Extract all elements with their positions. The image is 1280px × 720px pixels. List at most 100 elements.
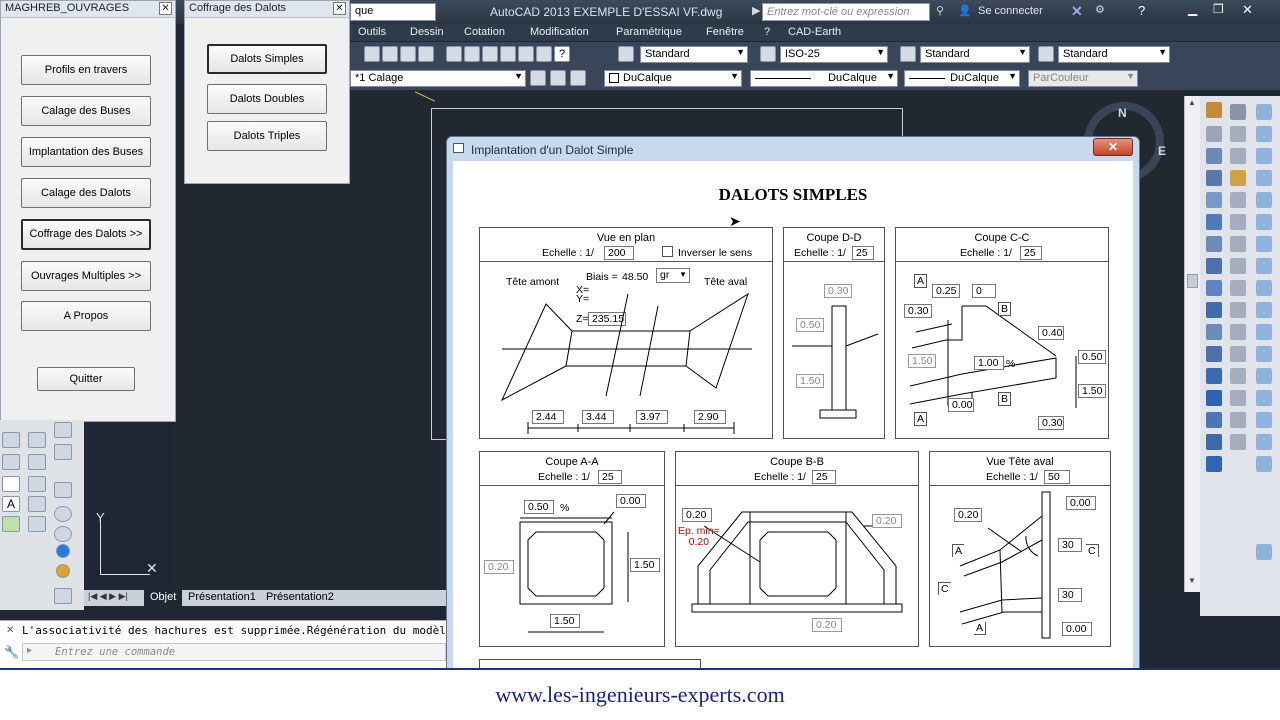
canvas-vertical-scrollbar[interactable]: ▲ ▼ (1184, 96, 1200, 592)
color-combo[interactable]: DuCalque ▼ (604, 70, 742, 87)
scroll-up-icon[interactable]: ▲ (1188, 98, 1196, 107)
chevron-right-icon[interactable]: ▶ (752, 4, 760, 17)
table-style-combo[interactable]: Standard ▼ (920, 46, 1030, 63)
multileader-style-icon[interactable] (1038, 46, 1054, 62)
parallel-icon[interactable] (1256, 368, 1272, 384)
tool-icon[interactable] (28, 516, 46, 532)
tool-palettes-icon[interactable] (482, 46, 498, 62)
tete-aval-000a[interactable]: 0.00 (1066, 496, 1096, 510)
coupe-cc-150b[interactable]: 1.50 (1078, 384, 1106, 398)
quadrant-icon[interactable] (1256, 236, 1272, 252)
coupe-bb-020c[interactable]: 0.20 (812, 618, 842, 632)
coupe-aa-150b[interactable]: 1.50 (550, 614, 580, 628)
close-icon[interactable]: ✕ (6, 625, 14, 636)
workspace-combo[interactable]: que ▼ (350, 3, 436, 21)
tab-nav-arrows[interactable]: |◀ ◀ ▶ ▶| (88, 591, 128, 602)
endpoint-icon[interactable] (1256, 456, 1272, 472)
offset-icon[interactable] (1206, 170, 1222, 186)
scroll-thumb[interactable] (1187, 274, 1198, 288)
calage-des-buses-button[interactable]: Calage des Buses (21, 96, 151, 126)
profils-en-travers-button[interactable]: Profils en travers (21, 55, 151, 85)
tool-icon[interactable] (28, 476, 46, 492)
ellipse-icon[interactable] (1230, 280, 1246, 296)
tool-icon[interactable] (2, 454, 20, 470)
coupe-cc-040[interactable]: 0.40 (1038, 326, 1064, 340)
zoom-realtime-icon[interactable] (382, 46, 398, 62)
gradient-icon[interactable] (1230, 390, 1246, 406)
dalots-doubles-button[interactable]: Dalots Doubles (207, 84, 327, 114)
lineweight-combo[interactable]: DuCalque ▼ (904, 70, 1020, 87)
circle-icon[interactable] (1230, 236, 1246, 252)
scale-icon[interactable] (1206, 258, 1222, 274)
coupe-cc-025[interactable]: 0.25 (932, 284, 960, 298)
multileader-style-combo[interactable]: Standard ▼ (1058, 46, 1170, 63)
circle-tool-icon[interactable] (1256, 170, 1272, 186)
user-icon[interactable]: 👤 (958, 4, 972, 17)
layer-states-icon[interactable] (570, 70, 586, 86)
intersection-icon[interactable] (1256, 280, 1272, 296)
command-input[interactable]: ▸ Entrez une commande (22, 643, 446, 661)
tool-icon[interactable] (2, 432, 20, 448)
stretch-icon[interactable] (1206, 280, 1222, 296)
dim-3-97[interactable]: 3.97 (636, 410, 668, 424)
fillet-icon[interactable] (1206, 412, 1222, 428)
explode-icon[interactable] (1206, 434, 1222, 450)
menu-cad-earth[interactable]: CAD-Earth (788, 26, 841, 38)
implantation-des-buses-button[interactable]: Implantation des Buses (21, 137, 151, 167)
perpendicular-icon[interactable] (1256, 258, 1272, 274)
line-icon[interactable] (1230, 126, 1246, 142)
layer-icon[interactable] (1230, 104, 1246, 120)
tool-icon[interactable] (54, 588, 72, 604)
mirror-icon[interactable] (1206, 148, 1222, 164)
tool-icon[interactable] (54, 422, 72, 438)
table-style-icon[interactable] (900, 46, 916, 62)
text-icon[interactable]: A (2, 496, 20, 512)
linetype-combo[interactable]: DuCalque ▼ (750, 70, 898, 87)
mtext-icon[interactable] (1230, 434, 1246, 450)
text-style-icon[interactable] (618, 46, 634, 62)
pan-icon[interactable] (364, 46, 380, 62)
center-icon[interactable] (1256, 412, 1272, 428)
zoom-window-icon[interactable] (400, 46, 416, 62)
signin-link[interactable]: Se connecter (978, 5, 1043, 17)
properties-icon[interactable] (446, 46, 462, 62)
close-icon[interactable]: ✕ (1242, 2, 1253, 18)
close-icon[interactable]: ✕ (159, 2, 172, 15)
ouvrages-multiples-button[interactable]: Ouvrages Multiples >> (21, 261, 151, 291)
extend-icon[interactable] (1206, 324, 1222, 340)
move-icon[interactable] (1206, 214, 1222, 230)
polyline-icon[interactable] (1230, 148, 1246, 164)
menu-cotation[interactable]: Cotation (464, 26, 505, 38)
revcloud-icon[interactable] (1256, 192, 1272, 208)
text-style-combo[interactable]: Standard ▼ (640, 46, 748, 63)
tab-objet[interactable]: Objet (144, 590, 183, 606)
coupe-aa-050[interactable]: 0.50 (524, 500, 554, 514)
tool-icon[interactable] (28, 454, 46, 470)
dim-style-combo[interactable]: ISO-25 ▼ (780, 46, 888, 63)
chamfer-icon[interactable] (1206, 390, 1222, 406)
minimize-icon[interactable]: ▁ (1188, 2, 1197, 16)
arc-icon[interactable] (1230, 214, 1246, 230)
join-icon[interactable] (1206, 368, 1222, 384)
rotate-icon[interactable] (1206, 236, 1222, 252)
coupe-cc-030a[interactable]: 0.30 (904, 304, 932, 318)
midpoint-icon[interactable] (1256, 434, 1272, 450)
coupe-cc-030b[interactable]: 0.30 (1038, 416, 1064, 430)
point-icon[interactable] (1230, 346, 1246, 362)
dalots-triples-button[interactable]: Dalots Triples (207, 121, 327, 151)
website-url[interactable]: www.les-ingenieurs-experts.com (0, 682, 1280, 708)
tool-icon[interactable] (54, 482, 72, 498)
extension-icon[interactable] (1256, 390, 1272, 406)
menu-dessin[interactable]: Dessin (410, 26, 444, 38)
region-icon[interactable] (1206, 456, 1222, 472)
coupe-dd-050[interactable]: 0.50 (796, 318, 824, 332)
tete-aval-020[interactable]: 0.20 (954, 508, 982, 522)
wrench-icon[interactable]: 🔧 (4, 645, 19, 659)
sheet-set-icon[interactable] (500, 46, 516, 62)
make-current-layer-icon[interactable] (530, 70, 546, 86)
material-icon[interactable] (56, 564, 70, 578)
table-icon[interactable] (2, 476, 20, 492)
layer-previous-icon[interactable] (550, 70, 566, 86)
exchange-icon[interactable]: ✕ (1071, 3, 1083, 20)
a-propos-button[interactable]: A Propos (21, 301, 151, 331)
